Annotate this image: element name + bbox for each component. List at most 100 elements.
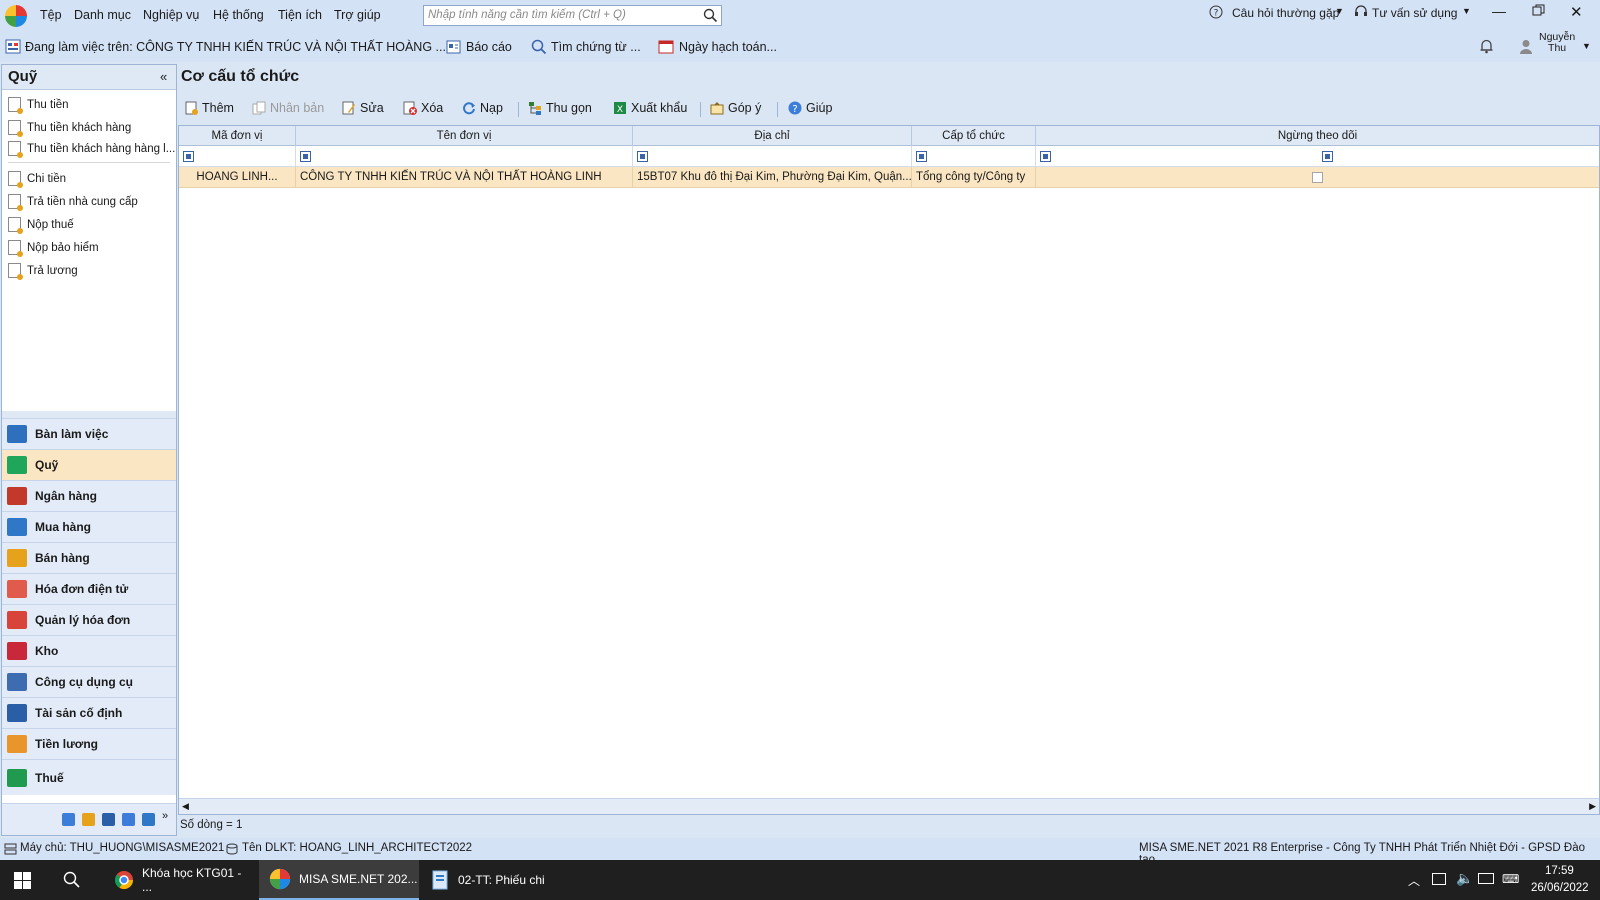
shortcut-icon[interactable] bbox=[122, 813, 135, 826]
column-header-name[interactable]: Tên đơn vị bbox=[296, 126, 633, 146]
network-icon[interactable] bbox=[1478, 873, 1494, 884]
menu-operations[interactable]: Nghiệp vụ bbox=[143, 8, 199, 22]
nav-quy[interactable]: Quỹ bbox=[2, 449, 176, 480]
filter-icon[interactable] bbox=[1040, 151, 1051, 162]
keyboard-icon[interactable]: ⌨ bbox=[1502, 872, 1519, 886]
chevron-down-icon[interactable]: ▼ bbox=[1462, 6, 1471, 16]
table-row[interactable]: HOANG LINH... CÔNG TY TNHH KIẾN TRÚC VÀ … bbox=[179, 167, 1599, 188]
question-icon[interactable]: ? bbox=[1209, 5, 1223, 19]
sidebar-item-nop-thue[interactable]: Nộp thuế bbox=[8, 217, 74, 234]
filter-cell[interactable] bbox=[1036, 146, 1599, 167]
collapse-button[interactable]: Thu gọn bbox=[528, 101, 592, 115]
chevron-up-icon[interactable]: ︿ bbox=[1408, 872, 1420, 889]
filter-checkbox-icon[interactable] bbox=[1322, 151, 1333, 162]
windows-start-icon[interactable] bbox=[14, 872, 31, 889]
sidebar-item-tra-luong[interactable]: Trả lương bbox=[8, 263, 78, 280]
delete-button[interactable]: Xóa bbox=[403, 101, 443, 115]
filter-icon[interactable] bbox=[300, 151, 311, 162]
menu-utilities[interactable]: Tiện ích bbox=[278, 8, 322, 22]
report-button[interactable]: Báo cáo bbox=[466, 40, 512, 54]
nav-quan-ly-hoa-don[interactable]: Quản lý hóa đơn bbox=[2, 604, 176, 635]
nav-kho[interactable]: Kho bbox=[2, 635, 176, 666]
edit-button[interactable]: Sửa bbox=[342, 101, 384, 115]
shortcut-icon[interactable] bbox=[62, 813, 75, 826]
nav-cong-cu-dung-cu[interactable]: Công cụ dụng cụ bbox=[2, 666, 176, 697]
more-icon[interactable]: » bbox=[162, 810, 168, 822]
column-header-code[interactable]: Mã đơn vị bbox=[179, 126, 296, 146]
shortcut-icon[interactable] bbox=[102, 813, 115, 826]
search-icon[interactable] bbox=[703, 8, 718, 23]
cell-name[interactable]: CÔNG TY TNHH KIẾN TRÚC VÀ NỘI THẤT HOÀNG… bbox=[296, 167, 633, 188]
panel-splitter[interactable] bbox=[2, 411, 176, 418]
nav-ban-lam-viec[interactable]: Bàn làm việc bbox=[2, 418, 176, 449]
horizontal-scrollbar[interactable]: ◀ ▶ bbox=[179, 798, 1599, 814]
scroll-left-icon[interactable]: ◀ bbox=[182, 801, 189, 812]
nav-tien-luong[interactable]: Tiền lương bbox=[2, 728, 176, 759]
cell-code[interactable]: HOANG LINH... bbox=[179, 167, 296, 188]
clock-date[interactable]: 26/06/2022 bbox=[1531, 882, 1589, 894]
nav-hoa-don-dien-tu[interactable]: Hóa đơn điện tử bbox=[2, 573, 176, 604]
menu-help[interactable]: Trợ giúp bbox=[334, 8, 381, 22]
sidebar-item-thu-tien-khach-hang-hang-loat[interactable]: Thu tiền khách hàng hàng l... bbox=[8, 141, 175, 158]
cell-level[interactable]: Tổng công ty/Công ty bbox=[912, 167, 1036, 188]
collapse-panel-icon[interactable]: « bbox=[160, 69, 167, 84]
misa-logo-icon[interactable] bbox=[4, 4, 28, 28]
user-name[interactable]: Nguyễn Thu bbox=[1539, 32, 1575, 54]
user-avatar-icon[interactable] bbox=[1519, 39, 1533, 54]
menu-system[interactable]: Hệ thống bbox=[213, 8, 264, 22]
tray-app-icon[interactable] bbox=[1432, 873, 1446, 885]
nav-thue[interactable]: Thuế bbox=[2, 759, 176, 795]
working-company[interactable]: Đang làm việc trên: CÔNG TY TNHH KIẾN TR… bbox=[25, 40, 446, 54]
filter-cell[interactable] bbox=[633, 146, 912, 167]
filter-icon[interactable] bbox=[916, 151, 927, 162]
column-header-address[interactable]: Địa chỉ bbox=[633, 126, 912, 146]
nav-ban-hang[interactable]: Bán hàng bbox=[2, 542, 176, 573]
feedback-button[interactable]: Góp ý bbox=[710, 101, 761, 115]
bell-icon[interactable] bbox=[1479, 38, 1494, 54]
consult-link[interactable]: Tư vấn sử dụng bbox=[1372, 6, 1457, 20]
cell-address[interactable]: 15BT07 Khu đô thị Đại Kim, Phường Đại Ki… bbox=[633, 167, 912, 188]
column-header-level[interactable]: Cấp tổ chức bbox=[912, 126, 1036, 146]
export-button[interactable]: X Xuất khẩu bbox=[613, 101, 687, 115]
filter-icon[interactable] bbox=[637, 151, 648, 162]
sidebar-item-tra-tien-ncc[interactable]: Trả tiền nhà cung cấp bbox=[8, 194, 138, 211]
search-icon[interactable] bbox=[63, 871, 81, 889]
chevron-down-icon[interactable]: ▼ bbox=[1582, 41, 1591, 51]
nav-tai-san-co-dinh[interactable]: Tài sản cố định bbox=[2, 697, 176, 728]
shortcut-icon[interactable] bbox=[82, 813, 95, 826]
column-header-inactive[interactable]: Ngừng theo dõi bbox=[1036, 126, 1599, 146]
filter-icon[interactable] bbox=[183, 151, 194, 162]
search-input[interactable]: Nhập tính năng cần tìm kiếm (Ctrl + Q) bbox=[423, 5, 722, 26]
taskbar-voucher[interactable]: 02-TT: Phiếu chi bbox=[420, 860, 560, 900]
menu-catalog[interactable]: Danh mục bbox=[74, 8, 131, 22]
scroll-right-icon[interactable]: ▶ bbox=[1589, 801, 1596, 812]
filter-cell[interactable] bbox=[912, 146, 1036, 167]
speaker-icon[interactable]: 🔈 bbox=[1456, 870, 1473, 887]
minimize-icon[interactable]: — bbox=[1492, 3, 1506, 19]
sidebar-item-nop-bao-hiem[interactable]: Nộp bảo hiểm bbox=[8, 240, 99, 257]
taskbar-misa[interactable]: MISA SME.NET 202... bbox=[259, 860, 419, 900]
chevron-down-icon[interactable]: ▼ bbox=[1335, 6, 1344, 16]
nav-mua-hang[interactable]: Mua hàng bbox=[2, 511, 176, 542]
sidebar-item-chi-tien[interactable]: Chi tiền bbox=[8, 171, 66, 188]
sidebar-item-thu-tien[interactable]: Thu tiền bbox=[8, 97, 69, 114]
help-button[interactable]: ? Giúp bbox=[788, 101, 832, 115]
filter-cell[interactable] bbox=[296, 146, 633, 167]
find-voucher-button[interactable]: Tìm chứng từ ... bbox=[551, 40, 641, 54]
posting-date-button[interactable]: Ngày hạch toán... bbox=[679, 40, 777, 54]
sidebar-item-thu-tien-khach-hang[interactable]: Thu tiền khách hàng bbox=[8, 120, 131, 137]
inactive-checkbox[interactable] bbox=[1312, 172, 1323, 183]
filter-cell[interactable] bbox=[179, 146, 296, 167]
faq-link[interactable]: Câu hỏi thường gặp bbox=[1232, 6, 1339, 20]
close-icon[interactable]: ✕ bbox=[1570, 3, 1583, 21]
cell-inactive[interactable] bbox=[1036, 167, 1599, 188]
menu-file[interactable]: Tệp bbox=[40, 8, 62, 22]
nav-ngan-hang[interactable]: Ngân hàng bbox=[2, 480, 176, 511]
reload-button[interactable]: Nạp bbox=[462, 101, 503, 115]
add-button[interactable]: Thêm bbox=[184, 101, 234, 115]
checklist-icon[interactable] bbox=[142, 813, 155, 826]
duplicate-button[interactable]: Nhân bản bbox=[252, 101, 324, 115]
clock-time[interactable]: 17:59 bbox=[1545, 865, 1574, 877]
taskbar-chrome[interactable]: Khóa học KTG01 - ... bbox=[104, 860, 254, 900]
restore-icon[interactable] bbox=[1532, 4, 1545, 17]
